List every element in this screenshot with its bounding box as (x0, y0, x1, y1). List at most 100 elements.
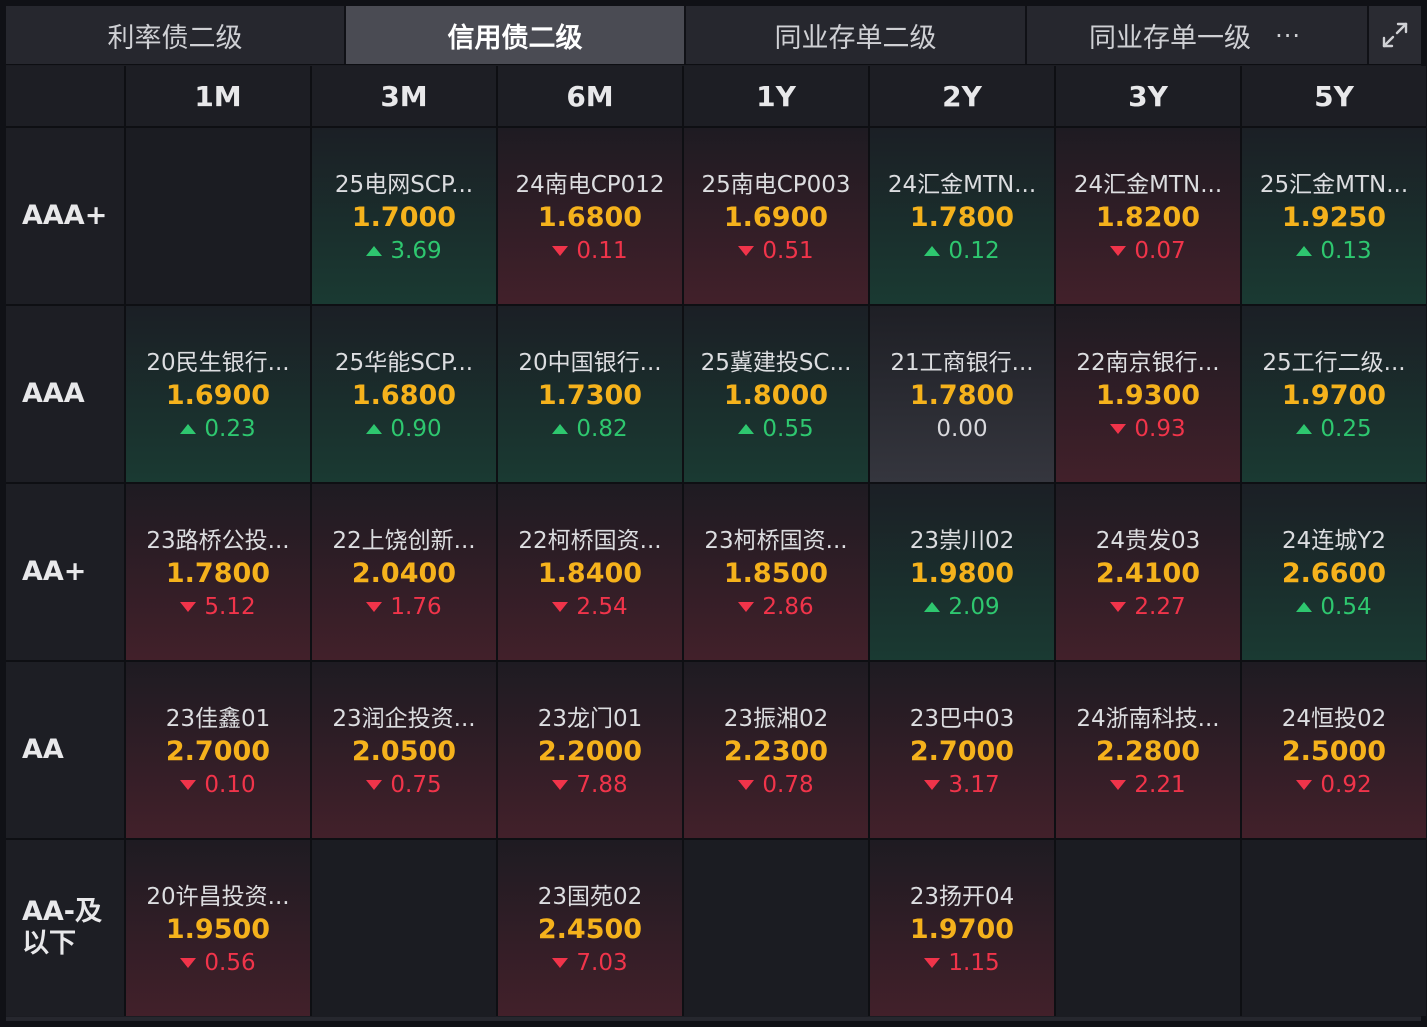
tab-ncd-primary[interactable]: 同业存单一级 ··· (1027, 6, 1369, 64)
bond-change: 5.12 (180, 592, 256, 622)
bond-yield: 1.9700 (909, 914, 1015, 945)
bond-change: 0.51 (738, 236, 814, 266)
bond-name: 25南电CP003 (701, 172, 851, 198)
bond-yield: 2.2800 (1095, 736, 1201, 767)
bond-cell[interactable]: 20中国银行... 1.7300 0.82 (498, 306, 682, 482)
bond-change-value: 0.54 (1320, 594, 1372, 620)
bond-cell[interactable]: 23龙门01 2.2000 7.88 (498, 662, 682, 838)
arrow-down-icon (924, 958, 941, 968)
bond-change-value: 0.90 (390, 416, 442, 442)
tab-bar: 利率债二级 信用债二级 同业存单二级 同业存单一级 ··· (6, 6, 1421, 65)
bond-cell[interactable]: 24恒投02 2.5000 0.92 (1242, 662, 1426, 838)
bond-cell[interactable]: 24汇金MTN... 1.7800 0.12 (870, 128, 1054, 304)
bond-name: 24浙南科技... (1076, 706, 1220, 732)
bond-cell[interactable]: 20许昌投资... 1.9500 0.56 (126, 840, 310, 1016)
bond-cell[interactable]: 25电网SCP... 1.7000 3.69 (312, 128, 496, 304)
bond-change: 0.23 (180, 414, 256, 444)
bond-cell[interactable]: 22上饶创新... 2.0400 1.76 (312, 484, 496, 660)
bond-cell[interactable]: 22南京银行... 1.9300 0.93 (1056, 306, 1240, 482)
bond-change-value: 0.07 (1134, 238, 1186, 264)
arrow-up-icon (552, 424, 569, 434)
bond-cell[interactable]: 23柯桥国资... 1.8500 2.86 (684, 484, 868, 660)
bond-name: 23扬开04 (909, 884, 1015, 910)
rating-label: AAA+ (6, 128, 124, 304)
bond-yield: 1.8400 (537, 558, 643, 589)
bond-cell[interactable]: 24贵发03 2.4100 2.27 (1056, 484, 1240, 660)
bond-name: 23佳鑫01 (165, 706, 271, 732)
bond-name: 20许昌投资... (146, 884, 290, 910)
bond-name: 21工商银行... (890, 350, 1034, 376)
bond-cell[interactable]: 21工商银行... 1.7800 0.00 (870, 306, 1054, 482)
bond-cell[interactable]: 20民生银行... 1.6900 0.23 (126, 306, 310, 482)
bond-change: 3.17 (924, 770, 1000, 800)
bond-yield: 2.2300 (723, 736, 829, 767)
tab-ncd-secondary[interactable]: 同业存单二级 (686, 6, 1027, 64)
bond-cell[interactable]: 25南电CP003 1.6900 0.51 (684, 128, 868, 304)
column-header: 1M (126, 66, 310, 126)
column-header: 5Y (1242, 66, 1426, 126)
arrow-down-icon (366, 602, 383, 612)
bond-change: 0.07 (1110, 236, 1186, 266)
bond-cell[interactable]: 24南电CP012 1.6800 0.11 (498, 128, 682, 304)
bond-cell[interactable]: 25工行二级... 1.9700 0.25 (1242, 306, 1426, 482)
rating-label-text: AA+ (22, 556, 87, 587)
bond-cell[interactable]: 23润企投资... 2.0500 0.75 (312, 662, 496, 838)
arrow-down-icon (738, 602, 755, 612)
bond-change-value: 0.51 (762, 238, 814, 264)
bond-cell[interactable]: 23崇川02 1.9800 2.09 (870, 484, 1054, 660)
bond-cell[interactable]: 25汇金MTN... 1.9250 0.13 (1242, 128, 1426, 304)
bond-name: 23国苑02 (537, 884, 643, 910)
bond-name: 23路桥公投... (146, 528, 290, 554)
expand-button[interactable] (1369, 6, 1421, 64)
arrow-up-icon (1296, 246, 1313, 256)
bond-yield: 2.7000 (165, 736, 271, 767)
bond-matrix-panel: 利率债二级 信用债二级 同业存单二级 同业存单一级 ··· 1M 3M 6M 1Y 2Y… (6, 6, 1426, 1021)
more-icon[interactable]: ··· (1275, 22, 1301, 50)
bond-cell[interactable]: 23路桥公投... 1.7800 5.12 (126, 484, 310, 660)
bond-change-value: 7.03 (576, 950, 628, 976)
bond-cell[interactable]: 23巴中03 2.7000 3.17 (870, 662, 1054, 838)
arrow-up-icon (1296, 424, 1313, 434)
arrow-down-icon (180, 780, 197, 790)
bond-cell[interactable]: 23扬开04 1.9700 1.15 (870, 840, 1054, 1016)
bond-name: 24汇金MTN... (1073, 172, 1223, 198)
bond-name: 25华能SCP... (334, 350, 474, 376)
bond-yield: 2.2000 (537, 736, 643, 767)
bond-name: 22柯桥国资... (518, 528, 662, 554)
rating-label-text: AA-及以下 (22, 896, 102, 959)
bond-change-value: 2.86 (762, 594, 814, 620)
bond-change-value: 0.93 (1134, 416, 1186, 442)
bond-yield: 1.9700 (1281, 380, 1387, 411)
bond-cell[interactable]: 25冀建投SC... 1.8000 0.55 (684, 306, 868, 482)
bond-cell[interactable]: 24汇金MTN... 1.8200 0.07 (1056, 128, 1240, 304)
arrow-down-icon (180, 602, 197, 612)
bond-change: 0.13 (1296, 236, 1372, 266)
bond-change: 7.03 (552, 948, 628, 978)
corner-cell (6, 66, 124, 126)
bond-cell[interactable]: 24浙南科技... 2.2800 2.21 (1056, 662, 1240, 838)
bond-change: 2.09 (924, 592, 1000, 622)
empty-cell (1242, 840, 1426, 1016)
bond-cell[interactable]: 25华能SCP... 1.6800 0.90 (312, 306, 496, 482)
arrow-up-icon (738, 424, 755, 434)
bond-change: 2.54 (552, 592, 628, 622)
bond-change-value: 1.76 (390, 594, 442, 620)
bond-cell[interactable]: 22柯桥国资... 1.8400 2.54 (498, 484, 682, 660)
bond-change-value: 0.11 (576, 238, 628, 264)
arrow-up-icon (924, 602, 941, 612)
bond-yield: 1.7300 (537, 380, 643, 411)
tab-rate-bond-secondary[interactable]: 利率债二级 (6, 6, 346, 64)
bond-change-value: 2.09 (948, 594, 1000, 620)
bond-cell[interactable]: 23振湘02 2.2300 0.78 (684, 662, 868, 838)
bond-change-value: 1.15 (948, 950, 1000, 976)
bond-yield: 1.6900 (723, 202, 829, 233)
bond-change: 2.27 (1110, 592, 1186, 622)
bond-cell[interactable]: 24连城Y2 2.6600 0.54 (1242, 484, 1426, 660)
maturity-rating-grid: 1M 3M 6M 1Y 2Y 3Y 5Y AAA+ 25电网SCP... 1.7000 3.69 24… (6, 66, 1426, 1016)
bond-cell[interactable]: 23国苑02 2.4500 7.03 (498, 840, 682, 1016)
arrow-up-icon (366, 246, 383, 256)
bond-change-value: 0.92 (1320, 772, 1372, 798)
bond-cell[interactable]: 23佳鑫01 2.7000 0.10 (126, 662, 310, 838)
arrow-down-icon (738, 246, 755, 256)
tab-credit-bond-secondary[interactable]: 信用债二级 (346, 6, 686, 64)
